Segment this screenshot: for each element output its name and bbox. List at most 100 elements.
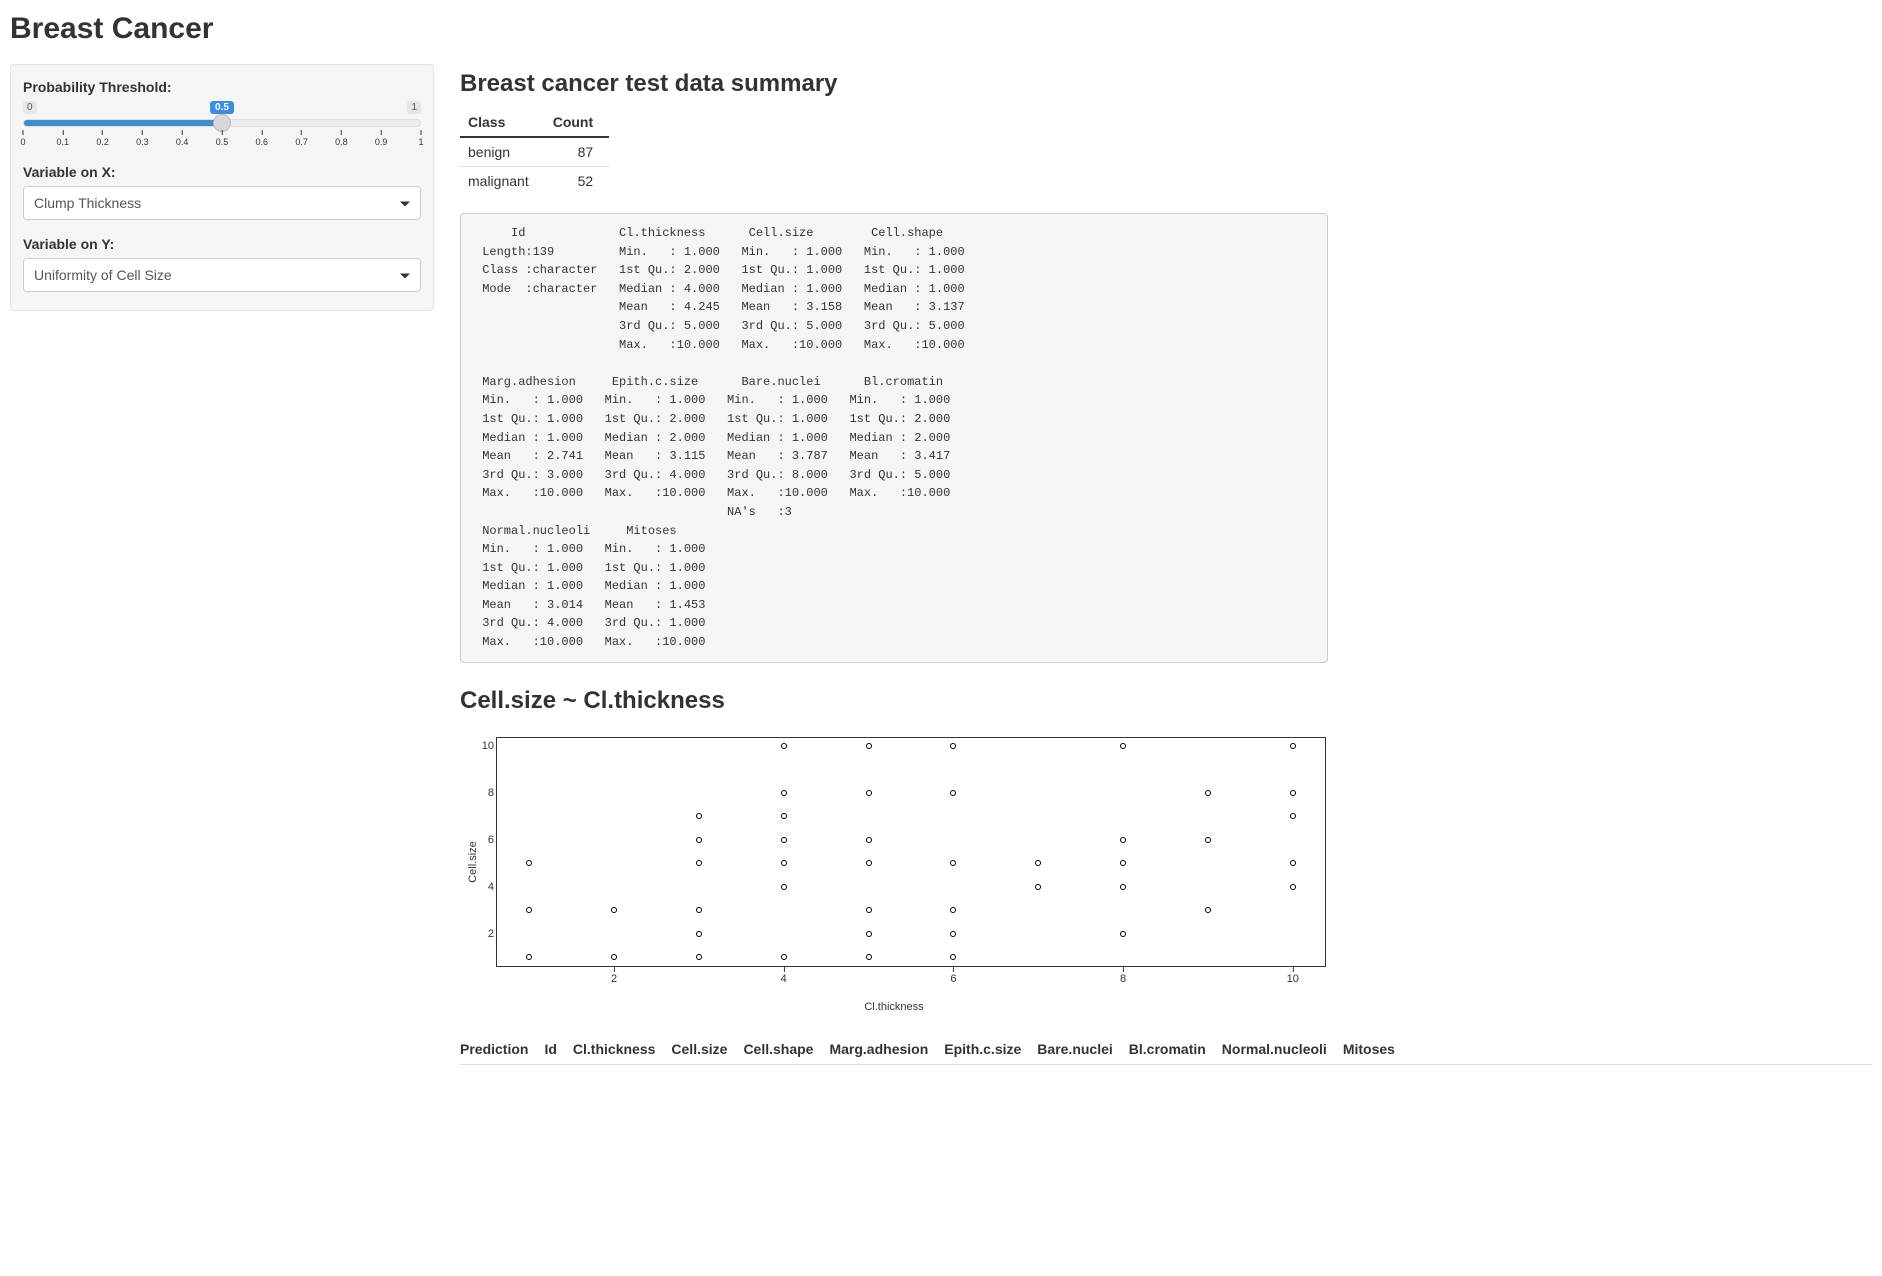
pred-header-col: Cell.shape <box>743 1041 813 1057</box>
plot-ytick: 10 <box>480 740 494 752</box>
pred-header-col: Bare.nuclei <box>1037 1041 1112 1057</box>
plot-point <box>696 954 702 960</box>
plot-point <box>781 813 787 819</box>
plot-point <box>696 931 702 937</box>
count-cell: 87 <box>545 137 609 167</box>
plot-ytick: 4 <box>480 881 494 893</box>
table-row: malignant 52 <box>460 167 609 196</box>
summary-text: Id Cl.thickness Cell.size Cell.shape Len… <box>460 213 1328 663</box>
pred-header-col: Normal.nucleoli <box>1222 1041 1327 1057</box>
slider-tick: 0.8 <box>335 130 348 147</box>
plot-point <box>1120 860 1126 866</box>
class-table: Class Count benign 87 malignant 52 <box>460 108 609 195</box>
pred-header-col: Cell.size <box>671 1041 727 1057</box>
chevron-down-icon <box>400 274 410 279</box>
plot-point <box>866 954 872 960</box>
slider-tick: 1 <box>418 130 423 147</box>
plot-point <box>950 907 956 913</box>
var-x-label: Variable on X: <box>23 164 421 180</box>
threshold-slider[interactable]: 0 1 0.5 0 0.1 0.2 0.3 0.4 0.5 0.6 0.7 0.8 0.9 1 <box>23 101 421 148</box>
plot-point <box>1205 837 1211 843</box>
plot-point <box>781 860 787 866</box>
var-x-select[interactable]: Clump Thickness <box>23 186 421 220</box>
plot-point <box>950 743 956 749</box>
plot-ylabel: Cell.size <box>467 841 479 883</box>
slider-tick: 0.6 <box>256 130 269 147</box>
var-y-value: Uniformity of Cell Size <box>34 267 172 283</box>
slider-max: 1 <box>407 101 421 114</box>
prediction-table-header: PredictionIdCl.thicknessCell.sizeCell.sh… <box>460 1041 1872 1065</box>
plot-point <box>866 743 872 749</box>
plot-point <box>866 931 872 937</box>
plot-xlabel: Cl.thickness <box>460 1001 1328 1013</box>
pred-header-col: Marg.adhesion <box>829 1041 928 1057</box>
plot-xtick: 8 <box>1120 973 1126 985</box>
class-th-0: Class <box>460 108 545 137</box>
pred-header-col: Bl.cromatin <box>1129 1041 1206 1057</box>
count-cell: 52 <box>545 167 609 196</box>
plot-point <box>526 954 532 960</box>
var-y-label: Variable on Y: <box>23 236 421 252</box>
plot-point <box>1290 790 1296 796</box>
slider-tick: 0.1 <box>57 130 70 147</box>
slider-track[interactable] <box>23 119 421 127</box>
slider-tick: 0.3 <box>136 130 149 147</box>
plot-ytick: 8 <box>480 787 494 799</box>
plot-point <box>1035 860 1041 866</box>
plot-point <box>781 837 787 843</box>
plot-point <box>1290 813 1296 819</box>
slider-tick: 0 <box>20 130 25 147</box>
plot-point <box>950 790 956 796</box>
plot-point <box>950 860 956 866</box>
plot-point <box>1290 884 1296 890</box>
plot-point <box>696 837 702 843</box>
plot-point <box>1205 907 1211 913</box>
plot-xtick: 2 <box>611 973 617 985</box>
plot-point <box>611 954 617 960</box>
plot-point <box>781 790 787 796</box>
sidebar-panel: Probability Threshold: 0 1 0.5 0 0.1 0.2 0.… <box>10 64 434 311</box>
pred-header-col: Id <box>544 1041 556 1057</box>
slider-tick: 0.2 <box>96 130 109 147</box>
slider-min: 0 <box>23 101 37 114</box>
summary-title: Breast cancer test data summary <box>460 70 1872 98</box>
class-cell: benign <box>460 137 545 167</box>
plot-point <box>1290 860 1296 866</box>
var-y-select[interactable]: Uniformity of Cell Size <box>23 258 421 292</box>
pred-header-col: Mitoses <box>1343 1041 1395 1057</box>
plot-point <box>1205 790 1211 796</box>
slider-ticks: 0 0.1 0.2 0.3 0.4 0.5 0.6 0.7 0.8 0.9 1 <box>23 130 421 148</box>
plot-point <box>950 954 956 960</box>
slider-tick: 0.5 <box>216 130 229 147</box>
class-cell: malignant <box>460 167 545 196</box>
plot-point <box>526 860 532 866</box>
plot-title: Cell.size ~ Cl.thickness <box>460 687 1872 715</box>
plot-point <box>866 837 872 843</box>
slider-fill <box>24 120 222 126</box>
plot-ytick: 2 <box>480 928 494 940</box>
plot-xtick: 6 <box>950 973 956 985</box>
plot-point <box>1290 743 1296 749</box>
plot-point <box>781 884 787 890</box>
slider-tick: 0.9 <box>375 130 388 147</box>
plot-point <box>1120 837 1126 843</box>
chevron-down-icon <box>400 202 410 207</box>
plot-point <box>1120 743 1126 749</box>
table-row: benign 87 <box>460 137 609 167</box>
plot-point <box>1035 884 1041 890</box>
plot-frame <box>496 737 1326 967</box>
plot-ytick: 6 <box>480 834 494 846</box>
slider-tick: 0.7 <box>295 130 308 147</box>
plot-point <box>611 907 617 913</box>
plot-point <box>696 813 702 819</box>
var-x-value: Clump Thickness <box>34 195 141 211</box>
slider-tick: 0.4 <box>176 130 189 147</box>
plot-point <box>696 860 702 866</box>
plot-point <box>866 860 872 866</box>
plot-xtick: 4 <box>781 973 787 985</box>
page-title: Breast Cancer <box>10 12 1872 46</box>
threshold-label: Probability Threshold: <box>23 79 421 95</box>
plot-point <box>526 907 532 913</box>
plot-point <box>1120 931 1126 937</box>
plot-point <box>696 907 702 913</box>
